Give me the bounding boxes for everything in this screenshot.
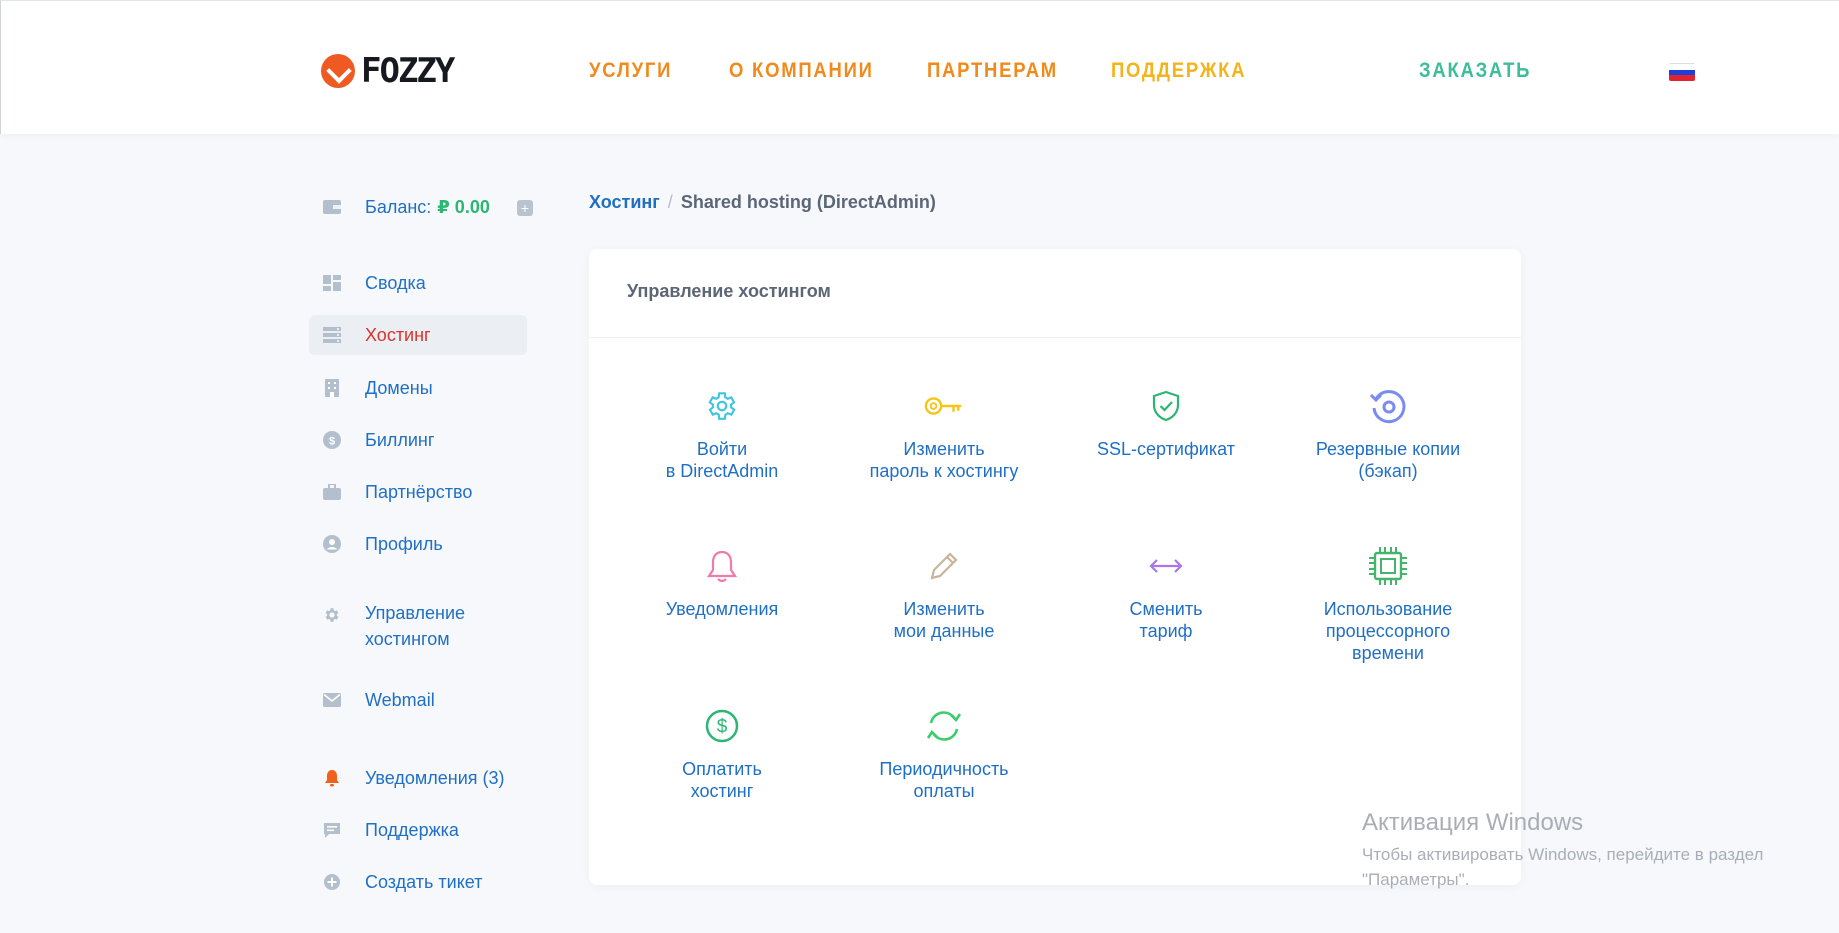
sidebar-item-label: Сводка xyxy=(365,273,426,293)
sidebar-item-label: Партнёрство xyxy=(365,482,473,502)
tile-label: Периодичность оплаты xyxy=(879,759,1009,801)
top-header: FOZZY Услуги О компании Партнерам Поддер… xyxy=(0,0,1839,134)
add-balance-button[interactable]: + xyxy=(517,200,533,216)
nav-support[interactable]: Поддержка xyxy=(1111,59,1246,83)
sidebar-item-label: Создать тикет xyxy=(365,872,483,892)
bell-icon xyxy=(323,769,341,787)
tile-payment-period[interactable]: Периодичность оплаты xyxy=(849,706,1039,802)
tile-edit-my-data[interactable]: Изменить мои данные xyxy=(849,546,1039,642)
tile-pay-hosting[interactable]: $ Оплатить хостинг xyxy=(627,706,817,802)
tile-label: Резервные копии (бэкап) xyxy=(1315,439,1461,481)
card-title: Управление хостингом xyxy=(627,281,831,301)
sidebar-item-label: Webmail xyxy=(365,690,435,710)
sidebar-item-label: Профиль xyxy=(365,534,443,554)
sidebar-item-hosting[interactable]: Хостинг xyxy=(309,315,527,355)
sidebar-item-domains[interactable]: Домены xyxy=(309,368,527,408)
dollar-icon: $ xyxy=(702,706,742,746)
tile-label: Использование процессорного времени xyxy=(1323,599,1453,663)
fozzy-logo[interactable]: FOZZY xyxy=(321,51,455,91)
sidebar-item-summary[interactable]: Сводка xyxy=(309,263,527,303)
order-button[interactable]: Заказать xyxy=(1419,59,1531,83)
nav-partners[interactable]: Партнерам xyxy=(927,59,1058,83)
tile-ssl-certificate[interactable]: SSL-сертификат xyxy=(1071,386,1261,460)
sidebar-item-label: Хостинг xyxy=(365,325,431,345)
sidebar-item-billing[interactable]: $ Биллинг xyxy=(309,420,527,460)
arrows-horizontal-icon xyxy=(1146,546,1186,586)
nav-services[interactable]: Услуги xyxy=(589,59,672,83)
server-icon xyxy=(323,326,341,344)
sidebar-item-profile[interactable]: Профиль xyxy=(309,524,527,564)
tile-label: Войти в DirectAdmin xyxy=(665,439,779,481)
user-icon xyxy=(323,535,341,553)
tile-label: Изменить мои данные xyxy=(893,599,995,641)
tile-label: SSL-сертификат xyxy=(1097,439,1235,459)
key-icon xyxy=(924,386,964,426)
sidebar-item-label: Уведомления (3) xyxy=(365,768,505,788)
tile-label: Изменить пароль к хостингу xyxy=(869,439,1019,481)
tile-cpu-usage[interactable]: Использование процессорного времени xyxy=(1293,546,1483,664)
pencil-icon xyxy=(924,546,964,586)
fozzy-logo-icon xyxy=(321,54,355,88)
mail-icon xyxy=(323,691,341,709)
sidebar-item-notifications[interactable]: Уведомления (3) xyxy=(309,758,527,798)
tile-label: Оплатить хостинг xyxy=(682,759,762,801)
breadcrumb-separator: / xyxy=(667,192,673,212)
tile-backups[interactable]: Резервные копии (бэкап) xyxy=(1293,386,1483,482)
refresh-icon xyxy=(924,706,964,746)
tile-change-plan[interactable]: Сменить тариф xyxy=(1071,546,1261,642)
gear-icon xyxy=(702,386,742,426)
balance-value: ₽ 0.00 xyxy=(437,196,490,217)
shield-check-icon xyxy=(1146,386,1186,426)
tile-label: Сменить тариф xyxy=(1129,599,1203,641)
balance-label: Баланс: xyxy=(365,196,432,217)
plus-circle-icon xyxy=(323,873,341,891)
balance-row: Баланс: ₽ 0.00 + xyxy=(309,192,549,222)
tile-label: Уведомления xyxy=(665,599,779,619)
dashboard-icon xyxy=(323,274,341,292)
gear-icon xyxy=(323,606,341,624)
cpu-icon xyxy=(1368,546,1408,586)
breadcrumb-current: Shared hosting (DirectAdmin) xyxy=(680,192,936,212)
breadcrumb-hosting-link[interactable]: Хостинг xyxy=(589,192,660,213)
backup-icon xyxy=(1368,386,1408,426)
tile-notifications[interactable]: Уведомления xyxy=(627,546,817,620)
svg-text:$: $ xyxy=(717,717,728,738)
russia-flag-icon[interactable] xyxy=(1669,63,1695,81)
hosting-management-card: Управление хостингом Войти в DirectAdmin… xyxy=(589,249,1521,885)
card-divider xyxy=(589,337,1521,338)
sidebar-item-label: Управление хостингом xyxy=(365,603,466,649)
nav-about[interactable]: О компании xyxy=(729,59,874,83)
svg-text:$: $ xyxy=(329,436,335,448)
sidebar-item-label: Домены xyxy=(365,378,433,398)
sidebar-item-support[interactable]: Поддержка xyxy=(309,810,527,850)
sidebar-item-partnership[interactable]: Партнёрство xyxy=(309,472,527,512)
building-icon xyxy=(323,379,341,397)
logo-text: FOZZY xyxy=(361,51,455,91)
sidebar-item-webmail[interactable]: Webmail xyxy=(309,680,527,720)
sidebar-item-hosting-management[interactable]: Управление хостингом xyxy=(309,600,527,658)
tile-change-password[interactable]: Изменить пароль к хостингу xyxy=(849,386,1039,482)
bell-icon xyxy=(702,546,742,586)
breadcrumb: Хостинг / Shared hosting (DirectAdmin) xyxy=(589,192,936,213)
wallet-icon xyxy=(323,200,341,214)
coin-icon: $ xyxy=(323,431,341,449)
chat-icon xyxy=(323,821,341,839)
sidebar-item-label: Поддержка xyxy=(365,820,459,840)
briefcase-icon xyxy=(323,483,341,501)
sidebar-item-label: Биллинг xyxy=(365,430,435,450)
tile-directadmin-login[interactable]: Войти в DirectAdmin xyxy=(627,386,817,482)
sidebar-item-create-ticket[interactable]: Создать тикет xyxy=(309,862,527,902)
